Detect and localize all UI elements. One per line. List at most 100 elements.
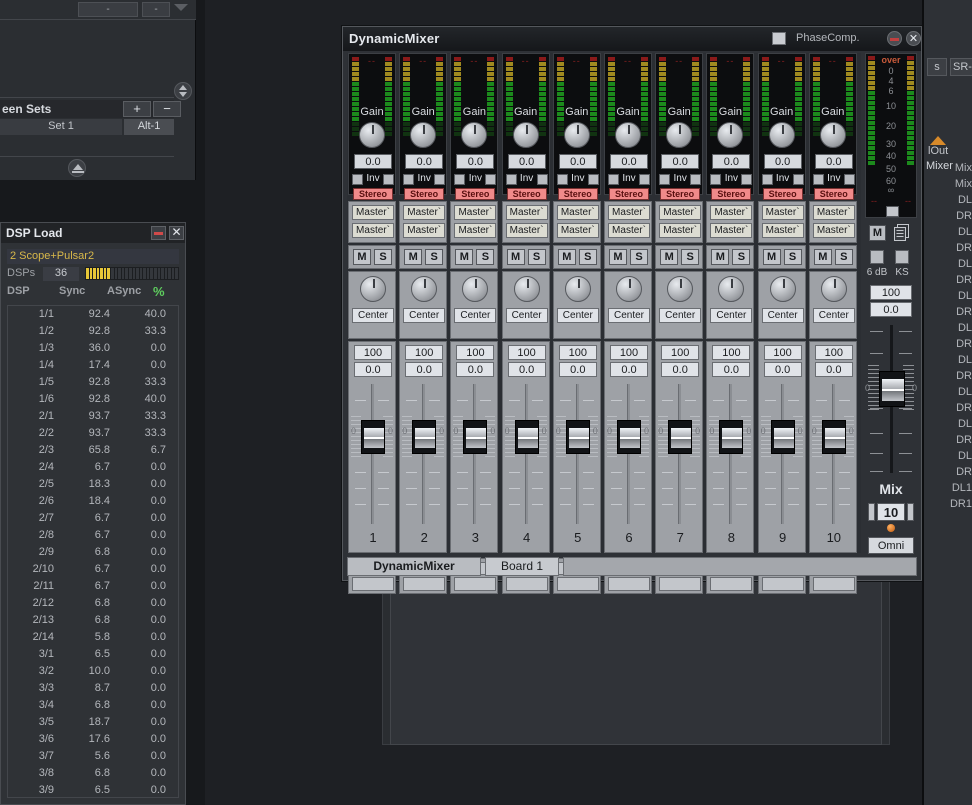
stereo-badge[interactable]: Stereo xyxy=(660,188,700,200)
list-item[interactable]: DL xyxy=(924,448,972,464)
fader-value-2[interactable]: 0.0 xyxy=(815,362,853,377)
up-down-arrows-icon[interactable] xyxy=(174,82,192,100)
solo-button[interactable]: S xyxy=(425,249,443,265)
routing-button-2[interactable]: Master` xyxy=(710,223,752,238)
routing-button-2[interactable]: Master` xyxy=(659,223,701,238)
solo-button[interactable]: S xyxy=(579,249,597,265)
pan-knob[interactable] xyxy=(770,276,796,302)
solo-button[interactable]: S xyxy=(374,249,392,265)
pan-value[interactable]: Center xyxy=(557,308,599,323)
eject-icon[interactable] xyxy=(68,159,86,177)
mute-button[interactable]: M xyxy=(763,249,781,265)
list-item[interactable]: DL xyxy=(924,320,972,336)
fader-value-1[interactable]: 100 xyxy=(712,345,750,360)
routing-button-1[interactable]: Master` xyxy=(506,205,548,220)
gain-knob[interactable] xyxy=(513,122,539,148)
solo-button[interactable]: S xyxy=(784,249,802,265)
routing-button-2[interactable]: Master` xyxy=(506,223,548,238)
routing-button-2[interactable]: Master` xyxy=(403,223,445,238)
invert-right-checkbox[interactable] xyxy=(741,174,752,185)
gain-knob[interactable] xyxy=(666,122,692,148)
stereo-badge[interactable]: Stereo xyxy=(507,188,547,200)
chevron-down-icon[interactable] xyxy=(174,4,188,11)
gain-value[interactable]: 0.0 xyxy=(764,154,802,169)
fader-value-1[interactable]: 100 xyxy=(661,345,699,360)
pan-value[interactable]: Center xyxy=(506,308,548,323)
invert-right-checkbox[interactable] xyxy=(485,174,496,185)
list-item[interactable]: DR xyxy=(924,368,972,384)
list-item[interactable]: DR xyxy=(924,432,972,448)
routing-button-2[interactable]: Master` xyxy=(608,223,650,238)
fader-value-1[interactable]: 100 xyxy=(354,345,392,360)
gain-value[interactable]: 0.0 xyxy=(610,154,648,169)
bottom-field[interactable] xyxy=(608,577,650,591)
mute-button[interactable]: M xyxy=(353,249,371,265)
solo-button[interactable]: S xyxy=(630,249,648,265)
copy-pages-icon[interactable] xyxy=(893,224,910,242)
gain-knob[interactable] xyxy=(820,122,846,148)
phase-comp-checkbox[interactable] xyxy=(772,32,786,45)
list-item[interactable]: DL1 xyxy=(924,480,972,496)
list-item[interactable]: DL xyxy=(924,384,972,400)
fader-value-1[interactable]: 100 xyxy=(764,345,802,360)
gain-knob[interactable] xyxy=(769,122,795,148)
list-item[interactable]: DR1 xyxy=(924,496,972,512)
pan-knob[interactable] xyxy=(565,276,591,302)
pan-value[interactable]: Center xyxy=(352,308,394,323)
master-6db-checkbox[interactable] xyxy=(870,250,884,264)
master-value-2[interactable]: 0.0 xyxy=(870,302,912,317)
gain-value[interactable]: 0.0 xyxy=(661,154,699,169)
top-field-2[interactable]: - xyxy=(142,2,170,17)
list-item[interactable]: DR xyxy=(924,400,972,416)
master-fader-handle[interactable] xyxy=(879,371,905,407)
routing-button-1[interactable]: Master` xyxy=(608,205,650,220)
solo-button[interactable]: S xyxy=(835,249,853,265)
bottom-field[interactable] xyxy=(557,577,599,591)
solo-button[interactable]: S xyxy=(528,249,546,265)
fader-value-1[interactable]: 100 xyxy=(610,345,648,360)
omni-button[interactable]: Omni xyxy=(868,537,914,554)
gain-value[interactable]: 0.0 xyxy=(712,154,750,169)
bottom-field[interactable] xyxy=(454,577,496,591)
gain-value[interactable]: 0.0 xyxy=(405,154,443,169)
list-item[interactable]: DL xyxy=(924,224,972,240)
add-screen-set-button[interactable]: + xyxy=(123,101,151,117)
list-item[interactable]: DR xyxy=(924,272,972,288)
fader-value-1[interactable]: 100 xyxy=(559,345,597,360)
list-item[interactable]: DR xyxy=(924,464,972,480)
fader-handle[interactable] xyxy=(668,420,692,454)
mute-button[interactable]: M xyxy=(609,249,627,265)
invert-right-checkbox[interactable] xyxy=(588,174,599,185)
fader-handle[interactable] xyxy=(719,420,743,454)
mute-button[interactable]: M xyxy=(455,249,473,265)
tab-board-1[interactable]: Board 1 xyxy=(485,557,559,576)
pan-knob[interactable] xyxy=(667,276,693,302)
pan-value[interactable]: Center xyxy=(813,308,855,323)
list-item[interactable]: DL xyxy=(924,256,972,272)
fader-handle[interactable] xyxy=(515,420,539,454)
pan-knob[interactable] xyxy=(462,276,488,302)
fader-value-1[interactable]: 100 xyxy=(508,345,546,360)
stereo-badge[interactable]: Stereo xyxy=(455,188,495,200)
fader-value-2[interactable]: 0.0 xyxy=(405,362,443,377)
list-item[interactable]: DL xyxy=(924,416,972,432)
bottom-field[interactable] xyxy=(352,577,394,591)
screen-set-name[interactable]: Set 1 xyxy=(0,119,122,135)
solo-button[interactable]: S xyxy=(476,249,494,265)
bottom-field[interactable] xyxy=(403,577,445,591)
list-item[interactable]: DR xyxy=(924,304,972,320)
routing-button-1[interactable]: Master` xyxy=(710,205,752,220)
invert-right-checkbox[interactable] xyxy=(793,174,804,185)
remove-screen-set-button[interactable]: − xyxy=(153,101,181,117)
list-item[interactable]: DL xyxy=(924,288,972,304)
mix-decrement-button[interactable] xyxy=(868,503,875,521)
master-meter-reset-button[interactable] xyxy=(886,206,899,217)
close-button[interactable]: ✕ xyxy=(906,31,921,46)
master-mono-button[interactable]: M xyxy=(869,225,886,241)
mute-button[interactable]: M xyxy=(814,249,832,265)
fader-value-2[interactable]: 0.0 xyxy=(712,362,750,377)
list-item[interactable]: DL xyxy=(924,352,972,368)
gain-value[interactable]: 0.0 xyxy=(456,154,494,169)
routing-button-1[interactable]: Master` xyxy=(403,205,445,220)
bottom-field[interactable] xyxy=(659,577,701,591)
